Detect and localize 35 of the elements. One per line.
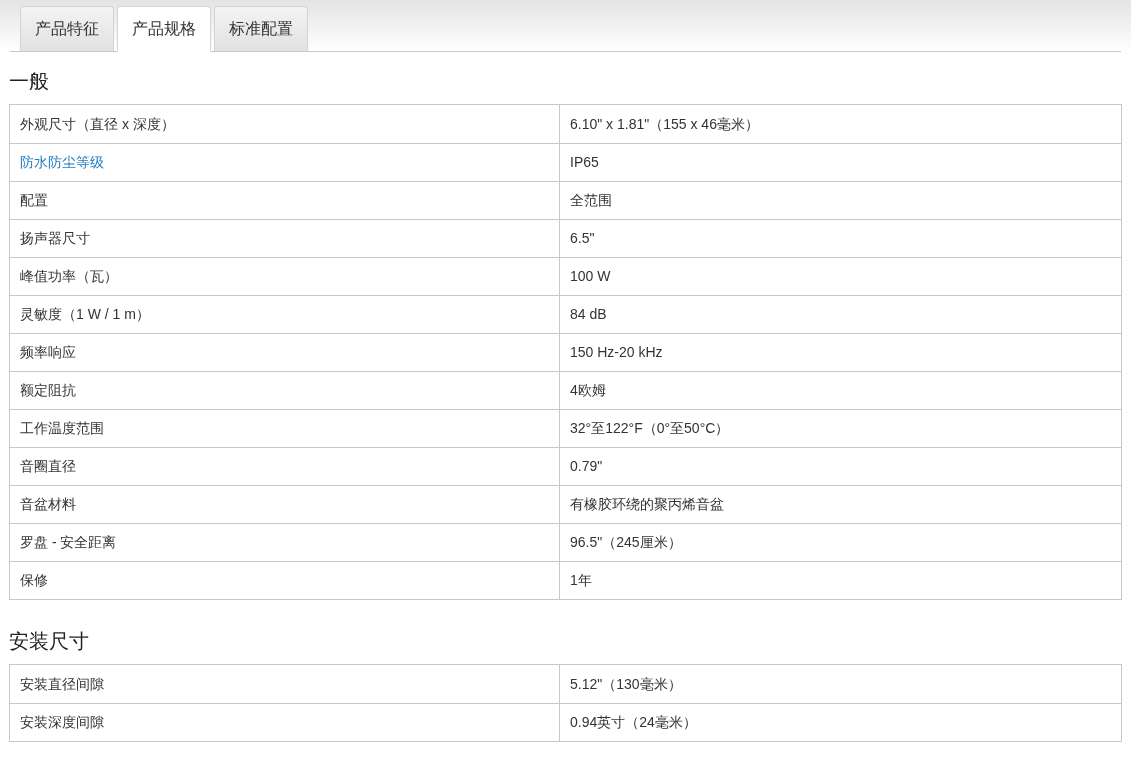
- table-cell-text: 0.79": [569, 457, 604, 476]
- tab[interactable]: 产品特征: [20, 6, 114, 52]
- spec-label: 额定阻抗: [20, 381, 76, 400]
- spec-label: 灵敏度（1 W / 1 m）: [20, 305, 150, 324]
- table-cell-text: 84 dB: [569, 305, 608, 324]
- spec-label: 安装深度间隙: [20, 713, 104, 732]
- spec-label: 峰值功率（瓦）: [20, 267, 118, 286]
- table-cell-text: 6.10" x 1.81"（155 x 46毫米）: [569, 114, 760, 134]
- table-cell-text: 全范围: [569, 191, 613, 210]
- spec-label: 罗盘 - 安全距离: [20, 533, 117, 552]
- table-cell-text: 1年: [569, 571, 593, 590]
- table-cell-text: 0.94英寸（24毫米）: [569, 713, 698, 732]
- table-cell-text: 4欧姆: [569, 381, 607, 400]
- spec-label: 安装直径间隙: [20, 674, 104, 694]
- section-heading: 一般: [9, 69, 50, 94]
- table-cell-text: 6.5": [569, 229, 596, 248]
- spec-link[interactable]: 防水防尘等级: [20, 152, 104, 173]
- table-cell-text: 5.12"（130毫米）: [569, 674, 683, 694]
- table-cell-text: 32°至122°F（0°至50°C）: [569, 419, 731, 438]
- tab[interactable]: 标准配置: [214, 6, 308, 52]
- spec-label: 音盆材料: [20, 495, 76, 514]
- spec-label: 频率响应: [20, 343, 76, 362]
- table-cell-text: IP65: [569, 153, 600, 172]
- table-cell-text: 有橡胶环绕的聚丙烯音盆: [569, 495, 725, 514]
- spec-label: 保修: [20, 571, 48, 590]
- spec-label: 配置: [20, 191, 48, 210]
- spec-label: 外观尺寸（直径 x 深度）: [20, 114, 175, 134]
- spec-label: 工作温度范围: [20, 419, 104, 438]
- spec-label: 音圈直径: [20, 457, 76, 476]
- section-heading: 安装尺寸: [9, 629, 90, 654]
- tab[interactable]: 产品规格: [117, 6, 211, 52]
- table-cell-text: 150 Hz-20 kHz: [569, 343, 664, 362]
- table-cell-text: 96.5"（245厘米）: [569, 533, 683, 552]
- table-cell-text: 100 W: [569, 267, 612, 286]
- spec-label: 扬声器尺寸: [20, 229, 90, 248]
